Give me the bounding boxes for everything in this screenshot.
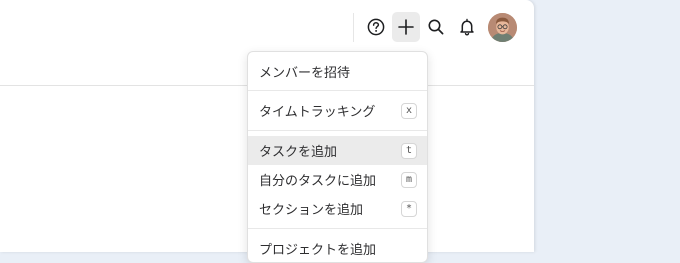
shortcut-badge: m	[400, 171, 417, 188]
help-button[interactable]	[362, 12, 390, 42]
menu-separator	[248, 228, 427, 229]
search-button[interactable]	[422, 12, 450, 42]
add-button[interactable]	[392, 12, 420, 42]
bell-icon	[460, 18, 474, 36]
menu-item-label: メンバーを招待	[259, 66, 351, 81]
shortcut-badge: t	[400, 142, 417, 159]
menu-item-label: タスクを追加	[259, 145, 338, 160]
quick-add-menu: メンバーを招待 タイムトラッキング x タスクを追加 t 自分のタスクに追加 m…	[247, 51, 428, 263]
user-avatar[interactable]	[488, 13, 517, 42]
menu-item-add-project[interactable]: プロジェクトを追加	[248, 234, 427, 262]
menu-item-label: プロジェクトを追加	[259, 243, 377, 258]
search-icon	[428, 19, 444, 35]
menu-item-time-tracking[interactable]: タイムトラッキング x	[248, 96, 427, 125]
plus-icon	[398, 19, 414, 35]
shortcut-badge: x	[400, 102, 417, 119]
menu-item-add-task[interactable]: タスクを追加 t	[248, 136, 427, 165]
menu-item-label: 自分のタスクに追加	[259, 174, 377, 189]
menu-item-label: セクションを追加	[259, 203, 364, 218]
menu-separator	[248, 90, 427, 91]
menu-item-label: タイムトラッキング	[259, 105, 376, 120]
help-circle-icon	[367, 18, 385, 36]
menu-separator	[248, 130, 427, 131]
notifications-button[interactable]	[453, 12, 481, 42]
toolbar-divider	[353, 13, 354, 42]
menu-item-invite-members[interactable]: メンバーを招待	[248, 57, 427, 86]
shortcut-badge: *	[400, 200, 417, 217]
menu-item-add-to-my-tasks[interactable]: 自分のタスクに追加 m	[248, 165, 427, 194]
menu-item-add-section[interactable]: セクションを追加 *	[248, 194, 427, 223]
